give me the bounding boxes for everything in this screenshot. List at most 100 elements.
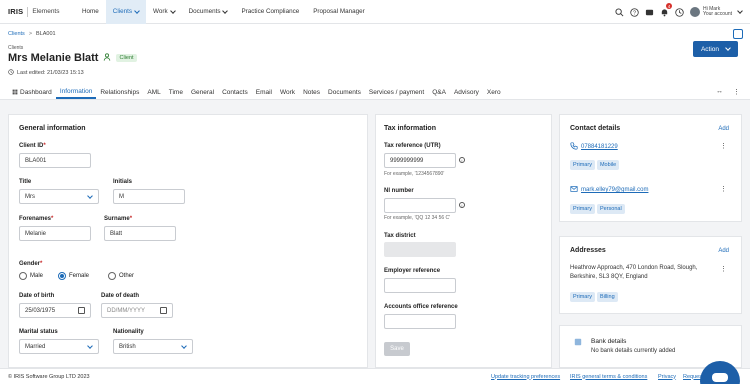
main-nav: Home Clients Work Documents Practice Com… [75,0,372,24]
expand-icon[interactable] [733,29,743,39]
logo[interactable]: IRIS Elements [0,6,75,17]
info-icon[interactable]: i [459,157,465,163]
surname-value: Blatt [110,230,123,237]
chevron-down-icon [87,343,93,349]
inbox-icon[interactable] [645,8,654,17]
accounts-office-reference-field[interactable] [384,314,456,329]
nationality-label: Nationality [113,329,144,335]
title-select[interactable]: Mrs [19,189,99,204]
tax-district-field [384,242,456,257]
more-vertical-icon[interactable]: ⋮ [720,142,727,150]
tab-advisory[interactable]: Advisory [450,86,483,99]
chevron-down-icon [181,343,187,349]
title-value: Mrs [25,193,35,200]
breadcrumb-clients[interactable]: Clients [8,31,25,37]
employer-reference-field[interactable] [384,278,456,293]
person-icon [103,52,111,64]
phone-link[interactable]: 07884181229 [581,144,618,150]
phone-tags: Primary Mobile [570,160,621,170]
addresses-panel: Addresses Add Heathrow Approach, 470 Lon… [559,236,742,314]
tab-services-payment[interactable]: Services / payment [365,86,428,99]
tab-aml[interactable]: AML [143,86,164,99]
copyright: © IRIS Software Group LTD 2023 [8,373,90,380]
ni-number-hint: For example, 'QQ 12 34 56 C' [384,215,451,221]
utr-label: Tax reference (UTR) [384,143,441,149]
tab-qa[interactable]: Q&A [428,86,450,99]
forenames-label: Forenames* [19,216,54,222]
tab-information[interactable]: Information [55,86,97,99]
add-contact-button[interactable]: Add [718,126,729,132]
dod-label: Date of death [101,293,140,299]
radio-label: Female [69,273,90,279]
utr-value: 9999999999 [390,157,424,164]
user-menu[interactable]: Hi Mark Your account [689,6,743,18]
tab-dashboard[interactable]: Dashboard [8,86,56,99]
calendar-icon[interactable] [160,307,167,314]
tab-email[interactable]: Email [252,86,276,99]
utr-field[interactable]: 9999999999 [384,153,456,168]
tab-work[interactable]: Work [276,86,299,99]
address-tags: Primary Billing [570,292,620,302]
more-vertical-icon[interactable]: ⋮ [720,185,727,193]
forenames-label-text: Forenames [19,216,52,222]
utr-hint: For example, '1234567890' [384,171,445,177]
nationality-select[interactable]: British [113,339,193,354]
surname-field[interactable]: Blatt [104,226,176,241]
gender-other-radio[interactable]: Other [108,272,134,280]
gender-label-text: Gender [19,261,41,267]
action-button[interactable]: Action [693,41,738,57]
tab-relationships[interactable]: Relationships [96,86,143,99]
search-icon[interactable] [615,7,624,17]
more-vertical-icon[interactable]: ⋮ [733,88,740,96]
nav-practice-compliance[interactable]: Practice Compliance [234,0,306,24]
clock-icon[interactable] [675,7,684,17]
nav-home[interactable]: Home [75,0,106,24]
nationality-value: British [119,343,136,350]
marital-status-select[interactable]: Married [19,339,99,354]
dod-field[interactable]: DD/MM/YYYY [101,303,173,318]
nav-documents-label: Documents [188,8,221,15]
tab-label: Time [168,89,183,96]
nav-proposal-manager[interactable]: Proposal Manager [306,0,371,24]
add-address-button[interactable]: Add [718,248,729,254]
forenames-field[interactable]: Melanie [19,226,91,241]
tab-label: Services / payment [368,89,425,96]
general-information-panel: General information Client ID* BLA001 Ti… [8,114,368,368]
grid-icon [12,89,18,97]
more-vertical-icon[interactable]: ⋮ [720,265,727,273]
collapse-arrows-icon[interactable]: ↔ [716,88,723,96]
save-button[interactable]: Save [384,342,410,356]
tab-time[interactable]: Time [165,86,187,99]
gender-female-radio[interactable]: Female [58,272,89,280]
tab-contacts[interactable]: Contacts [218,86,252,99]
help-icon[interactable]: ? [630,7,639,17]
email-link[interactable]: mark.elley79@gmail.com [581,187,648,193]
client-id-field[interactable]: BLA001 [19,153,91,168]
nav-work[interactable]: Work [146,0,182,24]
ni-number-field[interactable] [384,198,456,213]
marital-status-label: Marital status [19,329,58,335]
gender-male-radio[interactable]: Male [19,272,43,280]
info-icon[interactable]: i [459,202,465,208]
page-title-row: Mrs Melanie Blatt Client [8,52,137,64]
footer-link-privacy[interactable]: Privacy [658,374,676,380]
phone-row: 07884181229 [570,142,618,152]
user-account-label: Your account [702,11,732,17]
tab-xero[interactable]: Xero [483,86,505,99]
tab-notes[interactable]: Notes [299,86,324,99]
tag-personal: Personal [596,204,625,214]
tab-documents[interactable]: Documents [324,86,365,99]
initials-field[interactable]: M [113,189,185,204]
nav-home-label: Home [82,8,99,15]
dob-field[interactable]: 25/03/1975 [19,303,91,318]
footer-link-terms[interactable]: IRIS general terms & conditions [570,374,647,380]
calendar-icon[interactable] [78,307,85,314]
gender-label: Gender* [19,261,43,267]
footer: © IRIS Software Group LTD 2023 Update tr… [0,368,750,384]
nav-documents[interactable]: Documents [182,0,235,24]
tab-general[interactable]: General [187,86,218,99]
footer-link-tracking[interactable]: Update tracking preferences [491,374,560,380]
radio-circle [108,272,116,280]
email-row: mark.elley79@gmail.com [570,185,648,195]
nav-clients[interactable]: Clients [105,0,147,24]
